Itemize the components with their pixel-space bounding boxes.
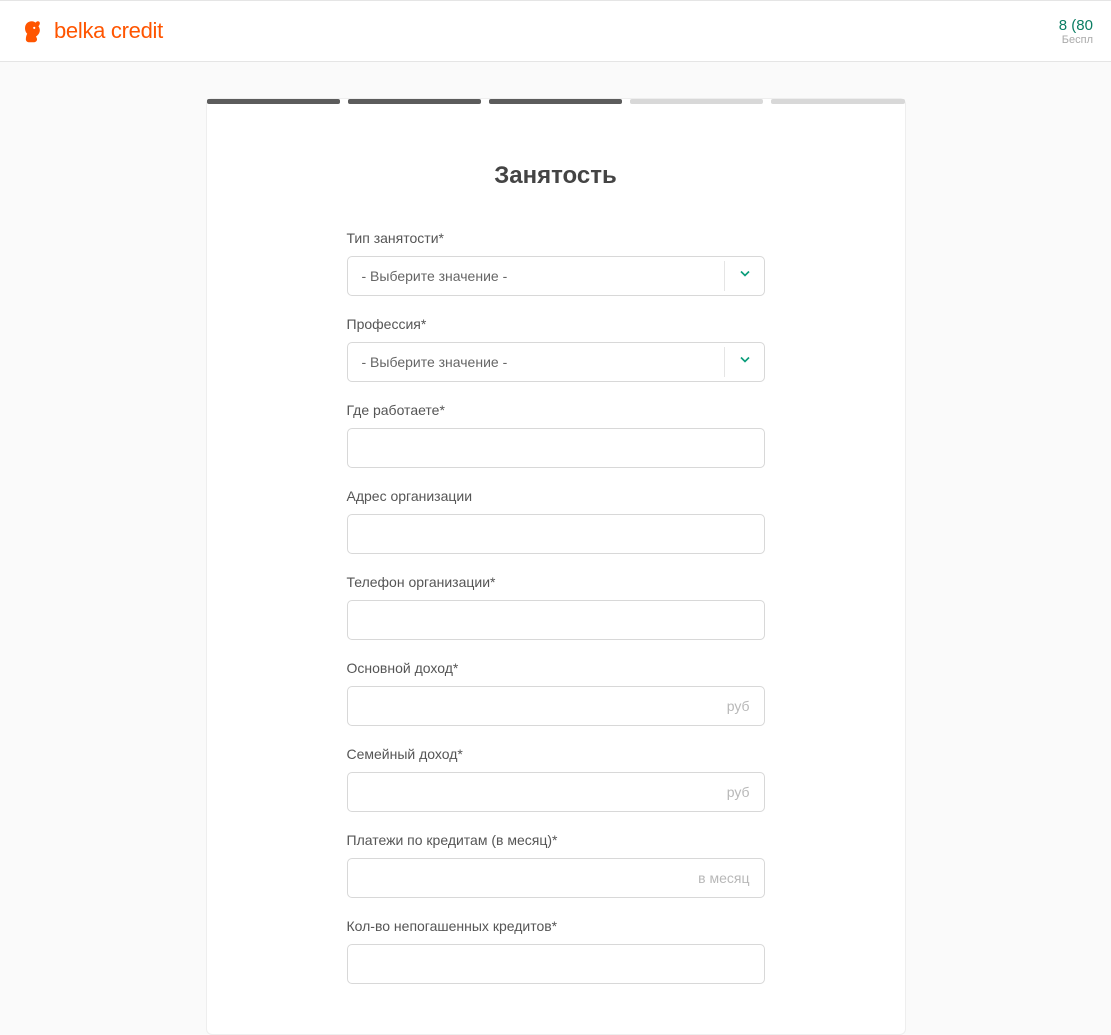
brand-name: belka credit — [54, 18, 163, 44]
main-income-input[interactable] — [347, 686, 765, 726]
step-2[interactable] — [348, 99, 481, 104]
profession-select[interactable] — [347, 342, 765, 382]
header-contact: 8 (80 Беспл — [1059, 17, 1093, 46]
progress-stepper — [207, 99, 905, 104]
main-income-label: Основной доход* — [347, 660, 765, 676]
field-main-income: Основной доход* — [347, 660, 765, 726]
step-3[interactable] — [489, 99, 622, 104]
field-family-income: Семейный доход* — [347, 746, 765, 812]
workplace-input[interactable] — [347, 428, 765, 468]
org-phone-label: Телефон организации* — [347, 574, 765, 590]
phone-number[interactable]: 8 (80 — [1059, 17, 1093, 34]
org-phone-input[interactable] — [347, 600, 765, 640]
credit-payments-input[interactable] — [347, 858, 765, 898]
credit-payments-label: Платежи по кредитам (в месяц)* — [347, 832, 765, 848]
outstanding-credits-label: Кол-во непогашенных кредитов* — [347, 918, 765, 934]
squirrel-icon — [18, 17, 46, 45]
employment-type-input[interactable] — [347, 256, 765, 296]
page-title: Занятость — [207, 162, 905, 190]
main-content: Занятость Тип занятости* Профессия* — [0, 62, 1111, 1035]
profession-label: Профессия* — [347, 316, 765, 332]
step-4[interactable] — [630, 99, 763, 104]
employment-form: Тип занятости* Профессия* — [347, 230, 765, 984]
org-address-label: Адрес организации — [347, 488, 765, 504]
field-org-address: Адрес организации — [347, 488, 765, 554]
brand-logo[interactable]: belka credit — [18, 17, 163, 45]
employment-type-label: Тип занятости* — [347, 230, 765, 246]
step-1[interactable] — [207, 99, 340, 104]
site-header: belka credit 8 (80 Беспл — [0, 0, 1111, 62]
family-income-input[interactable] — [347, 772, 765, 812]
phone-subtitle: Беспл — [1059, 34, 1093, 46]
field-outstanding-credits: Кол-во непогашенных кредитов* — [347, 918, 765, 984]
step-5[interactable] — [771, 99, 904, 104]
form-card: Занятость Тип занятости* Профессия* — [206, 98, 906, 1035]
outstanding-credits-input[interactable] — [347, 944, 765, 984]
employment-type-select[interactable] — [347, 256, 765, 296]
field-employment-type: Тип занятости* — [347, 230, 765, 296]
family-income-label: Семейный доход* — [347, 746, 765, 762]
workplace-label: Где работаете* — [347, 402, 765, 418]
field-credit-payments: Платежи по кредитам (в месяц)* — [347, 832, 765, 898]
field-profession: Профессия* — [347, 316, 765, 382]
field-org-phone: Телефон организации* — [347, 574, 765, 640]
profession-input[interactable] — [347, 342, 765, 382]
org-address-input[interactable] — [347, 514, 765, 554]
field-workplace: Где работаете* — [347, 402, 765, 468]
